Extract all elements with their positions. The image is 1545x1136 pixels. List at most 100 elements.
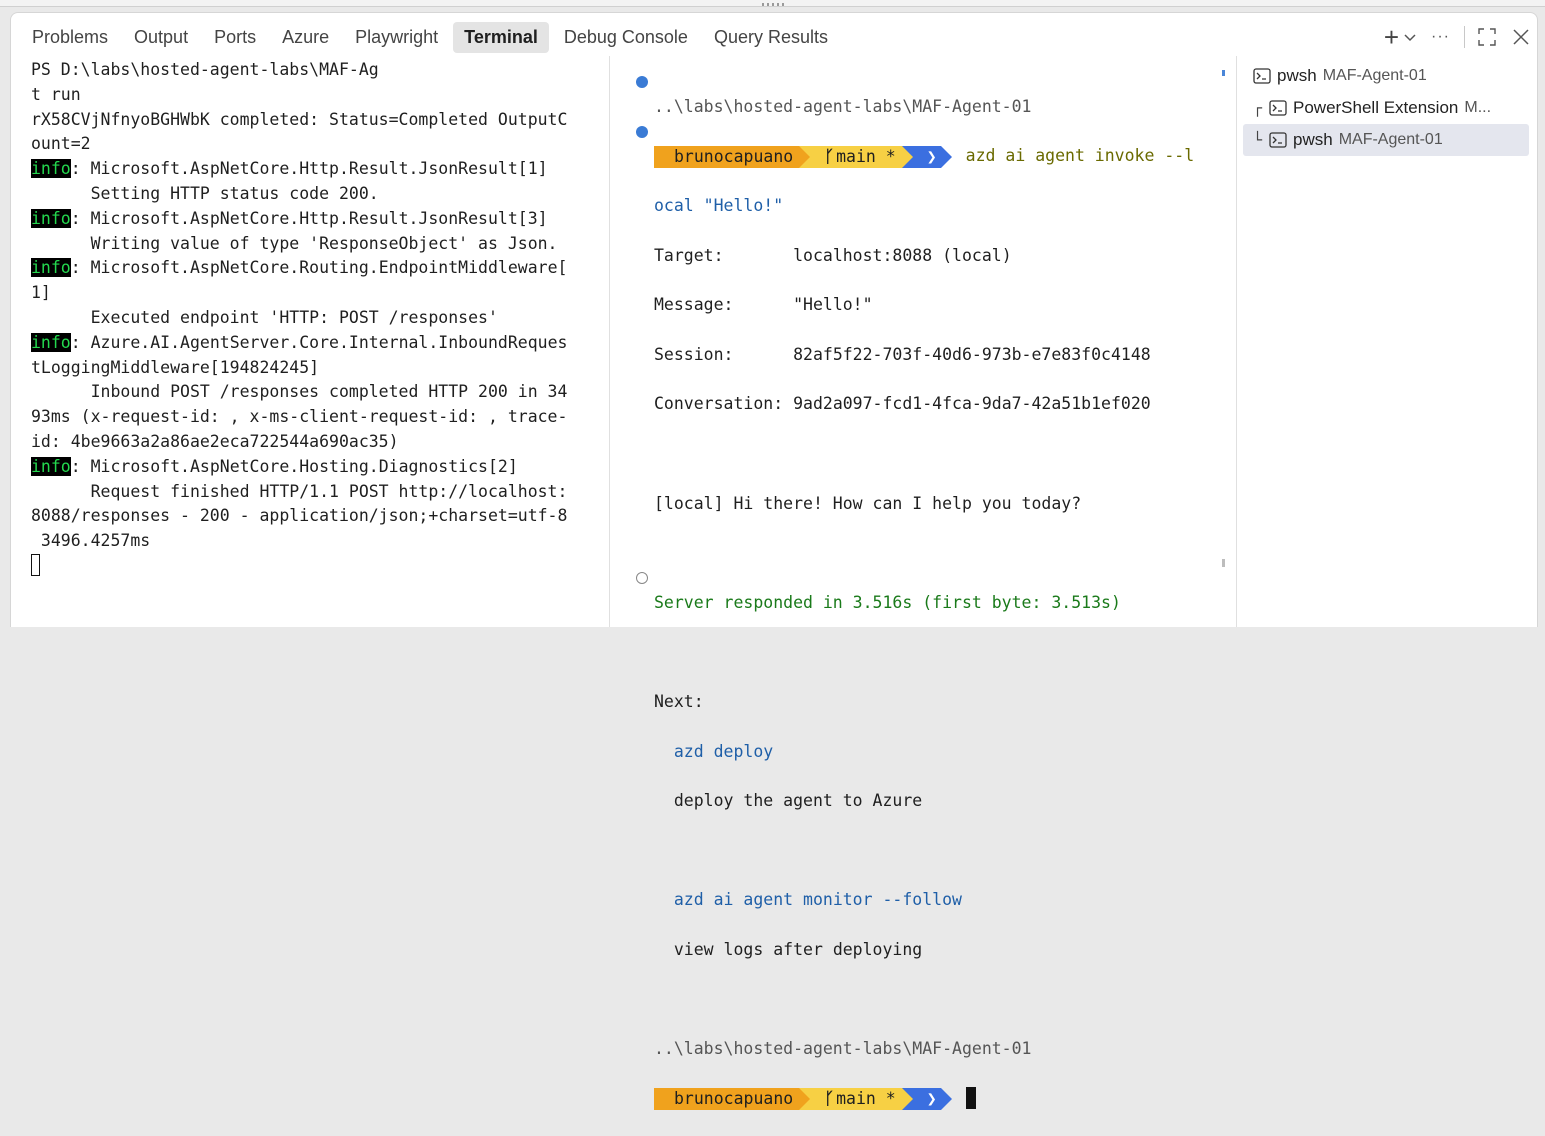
log-level-info: info bbox=[31, 456, 71, 476]
terminal-line: 3496.4257ms bbox=[31, 531, 151, 551]
chevron-down-icon[interactable] bbox=[1403, 32, 1417, 42]
prompt-branch-text: main * bbox=[836, 146, 896, 166]
terminal-line: ount=2 bbox=[31, 134, 91, 154]
next-desc-1: deploy the agent to Azure bbox=[673, 791, 923, 811]
terminal-line: info: Microsoft.AspNetCore.Hosting.Diagn… bbox=[31, 455, 606, 480]
conversation-row: Conversation: 9ad2a097-fcd1-4fca-9da7-42… bbox=[654, 392, 1220, 417]
terminal-cursor-line bbox=[31, 553, 606, 579]
terminal-line: id: 4be9663a2a86ae2eca722544a690ac35) bbox=[31, 431, 399, 451]
terminal-cwd: M... bbox=[1464, 99, 1492, 116]
terminal-cursor bbox=[31, 553, 40, 576]
command-text: azd ai agent invoke --l bbox=[965, 146, 1195, 166]
tab-playwright[interactable]: Playwright bbox=[344, 22, 449, 53]
tree-connector: └ bbox=[1253, 131, 1263, 149]
terminal-cwd: MAF-Agent-01 bbox=[1322, 67, 1427, 84]
prompt-chevron-segment: ❯ bbox=[912, 145, 941, 168]
terminal-line: Setting HTTP status code 200. bbox=[31, 183, 379, 203]
close-icon[interactable] bbox=[1511, 27, 1531, 47]
next-cmd-1: azd deploy bbox=[673, 741, 774, 761]
conversation-label: Conversation: bbox=[654, 394, 794, 414]
tab-problems[interactable]: Problems bbox=[21, 22, 119, 53]
message-label: Message: bbox=[654, 295, 794, 315]
more-actions-button[interactable]: ··· bbox=[1431, 28, 1450, 46]
terminal-tabs-divider[interactable] bbox=[1236, 56, 1237, 627]
tab-terminal[interactable]: Terminal bbox=[453, 21, 549, 53]
terminal-list-item[interactable]: pwsh MAF-Agent-01 bbox=[1243, 60, 1529, 92]
terminal-line: Inbound POST /responses completed HTTP 2… bbox=[31, 382, 568, 402]
command-decoration-icon[interactable] bbox=[636, 126, 648, 138]
terminal-line: PS D:\labs\hosted-agent-labs\MAF-Ag bbox=[31, 60, 379, 79]
log-level-info: info bbox=[31, 159, 71, 179]
tab-azure[interactable]: Azure bbox=[271, 22, 340, 53]
terminal-line: t run bbox=[31, 84, 81, 104]
log-level-info: info bbox=[31, 258, 71, 278]
server-response-time: Server responded in 3.516s (first byte: … bbox=[654, 592, 1121, 612]
terminal-line: info: Microsoft.AspNetCore.Http.Result.J… bbox=[31, 207, 606, 232]
panel-resize-grip[interactable] bbox=[762, 3, 784, 6]
terminal-name: pwsh bbox=[1277, 66, 1317, 85]
tree-connector: ┌ bbox=[1253, 99, 1263, 117]
prompt-chevron-segment: ❯ bbox=[912, 1088, 941, 1111]
git-branch-icon: ᚴ bbox=[824, 1088, 835, 1108]
terminal-split-divider[interactable] bbox=[609, 56, 610, 627]
log-text: : Microsoft.AspNetCore.Hosting.Diagnosti… bbox=[70, 456, 518, 476]
command-continuation: ocal "Hello!" bbox=[654, 195, 784, 215]
next-step-2-command: azd ai agent monitor --follow bbox=[654, 888, 1220, 913]
terminal-left[interactable]: PS D:\labs\hosted-agent-labs\MAF-Ag t run… bbox=[31, 58, 606, 579]
panel-actions: + ··· bbox=[1374, 21, 1531, 53]
prompt-separator bbox=[940, 1088, 952, 1111]
terminal-name: PowerShell Extension bbox=[1293, 98, 1459, 117]
agent-reply: [local] Hi there! How can I help you tod… bbox=[654, 493, 1082, 513]
next-step-1-command: azd deploy bbox=[654, 740, 1220, 765]
conversation-value: 9ad2a097-fcd1-4fca-9da7-42a51b1ef020 bbox=[793, 394, 1151, 414]
terminal-line: Writing value of type 'ResponseObject' a… bbox=[31, 233, 558, 253]
terminal-list: pwsh MAF-Agent-01 ┌ PowerShell Extension… bbox=[1243, 60, 1529, 156]
terminal-line: 1] bbox=[31, 283, 51, 303]
log-text: : Microsoft.AspNetCore.Routing.EndpointM… bbox=[70, 258, 568, 278]
tab-ports[interactable]: Ports bbox=[203, 22, 267, 53]
terminal-line: 8088/responses - 200 - application/json;… bbox=[31, 506, 568, 526]
terminal-line: 93ms (x-request-id: , x-ms-client-reques… bbox=[31, 407, 568, 427]
terminal-line: rX58CVjNfnyoBGHWbK completed: Status=Com… bbox=[31, 109, 568, 129]
command-decoration-empty-icon[interactable] bbox=[636, 572, 648, 584]
terminal-cursor bbox=[965, 1086, 976, 1109]
terminal-name: pwsh bbox=[1293, 130, 1333, 149]
prompt-path: ..\labs\hosted-agent-labs\MAF-Agent-01 bbox=[654, 96, 1032, 116]
terminal-line: tLoggingMiddleware[194824245] bbox=[31, 357, 320, 377]
session-label: Session: bbox=[654, 344, 794, 364]
new-terminal-button[interactable]: + bbox=[1384, 22, 1399, 53]
prompt-separator bbox=[901, 145, 913, 168]
tab-output[interactable]: Output bbox=[123, 22, 199, 53]
prompt-path-2: ..\labs\hosted-agent-labs\MAF-Agent-01 bbox=[654, 1039, 1032, 1059]
terminal-line: Request finished HTTP/1.1 POST http://lo… bbox=[31, 481, 568, 501]
next-step-1-desc: deploy the agent to Azure bbox=[654, 789, 1220, 814]
log-text: : Microsoft.AspNetCore.Http.Result.JsonR… bbox=[70, 208, 548, 228]
powerline-prompt: brunocapuano ᚴ main * ❯ bbox=[654, 145, 952, 169]
session-value: 82af5f22-703f-40d6-973b-e7e83f0c4148 bbox=[793, 344, 1151, 364]
prompt-separator bbox=[940, 145, 952, 168]
tab-debug-console[interactable]: Debug Console bbox=[553, 22, 699, 53]
prompt-user-segment: brunocapuano bbox=[654, 145, 800, 168]
prompt-branch-text: main * bbox=[836, 1088, 896, 1108]
terminal-right[interactable]: ..\labs\hosted-agent-labs\MAF-Agent-01 b… bbox=[654, 70, 1220, 1136]
terminal-icon bbox=[1269, 131, 1287, 149]
terminal-list-item[interactable]: ┌ PowerShell Extension M... bbox=[1243, 92, 1529, 124]
target-value: localhost:8088 (local) bbox=[793, 245, 1012, 265]
terminal-list-item-selected[interactable]: └ pwsh MAF-Agent-01 bbox=[1243, 124, 1529, 156]
next-cmd-2: azd ai agent monitor --follow bbox=[673, 890, 962, 910]
next-step-2-desc: view logs after deploying bbox=[654, 938, 1220, 963]
tab-query-results[interactable]: Query Results bbox=[703, 22, 839, 53]
log-text: : Azure.AI.AgentServer.Core.Internal.Inb… bbox=[70, 332, 568, 352]
scroll-marker bbox=[1222, 70, 1225, 76]
terminal-line: info: Microsoft.AspNetCore.Routing.Endpo… bbox=[31, 256, 606, 281]
actions-separator bbox=[1464, 26, 1465, 48]
command-decoration-icon[interactable] bbox=[636, 76, 648, 88]
maximize-icon[interactable] bbox=[1477, 27, 1497, 47]
terminal-line: info: Azure.AI.AgentServer.Core.Internal… bbox=[31, 331, 606, 356]
prompt-separator bbox=[901, 1088, 913, 1111]
target-label: Target: bbox=[654, 245, 794, 265]
